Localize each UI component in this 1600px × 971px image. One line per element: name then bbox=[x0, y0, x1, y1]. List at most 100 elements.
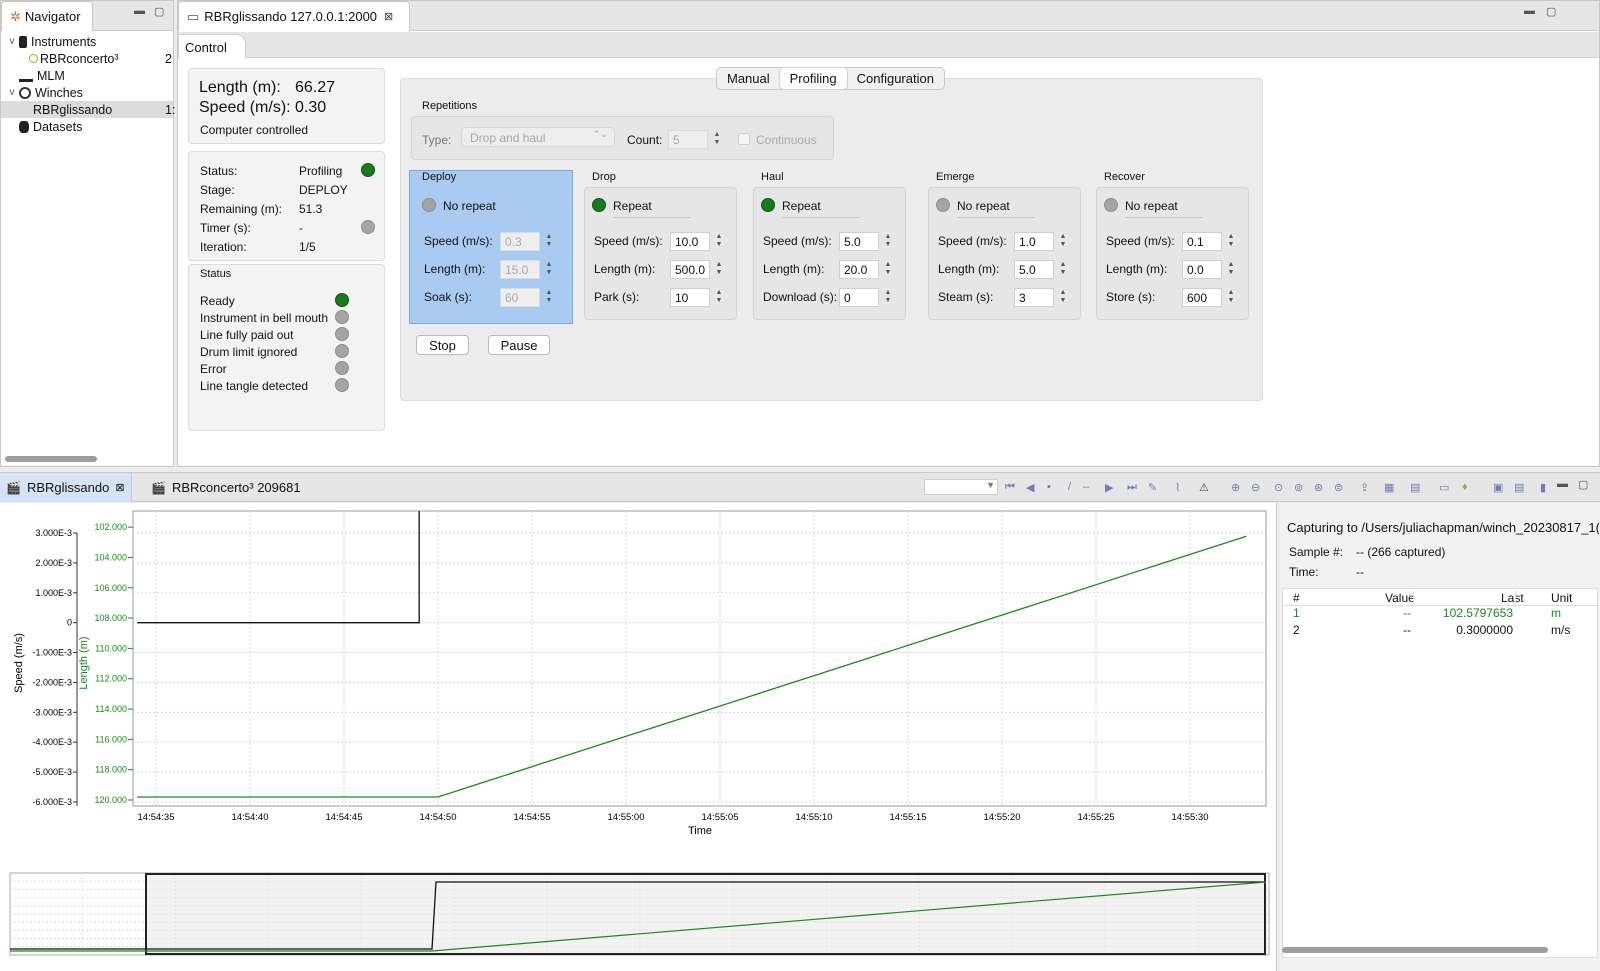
tree-item[interactable]: v Instruments bbox=[1, 33, 173, 50]
stage-field-input[interactable]: 0.3 bbox=[500, 231, 540, 251]
stage-field-input[interactable]: 0.0 bbox=[1182, 259, 1222, 279]
marker-icon[interactable]: ✎ bbox=[1148, 481, 1160, 494]
navigator-scrollbar[interactable] bbox=[5, 456, 97, 462]
tree-item[interactable]: RBRglissando 1: bbox=[1, 101, 175, 118]
stage-field-input[interactable]: 600 bbox=[1182, 287, 1222, 307]
dash-icon[interactable]: ‒ bbox=[1083, 481, 1095, 493]
stage-field-stepper[interactable]: 10.0 ▲ ▼ bbox=[670, 231, 724, 251]
stepper-arrows-icon[interactable]: ▲ ▼ bbox=[544, 289, 554, 305]
tree-item[interactable]: RBRconcerto³ 2 bbox=[1, 50, 173, 67]
stage-field-input[interactable]: 3 bbox=[1014, 287, 1054, 307]
close-icon[interactable]: ⊠ bbox=[384, 10, 393, 23]
count-field[interactable]: 5 bbox=[668, 129, 708, 149]
close-icon[interactable]: ⊠ bbox=[115, 481, 124, 494]
tab-navigator[interactable]: ✲ Navigator bbox=[1, 1, 93, 31]
maximize-icon[interactable]: ▢ bbox=[154, 5, 164, 18]
peak-icon[interactable]: ⌇ bbox=[1175, 481, 1187, 494]
zoom-fit-icon[interactable]: ⊛ bbox=[1314, 481, 1326, 494]
tree-expander-icon[interactable]: v bbox=[5, 87, 19, 98]
next-icon[interactable]: ▶ bbox=[1105, 481, 1117, 494]
stage-field-stepper[interactable]: 600 ▲ ▼ bbox=[1182, 287, 1236, 307]
type-select[interactable]: Drop and haul ⌃⌄ bbox=[461, 127, 615, 147]
stage-field-input[interactable]: 0.1 bbox=[1182, 231, 1222, 251]
stepper-arrows-icon[interactable]: ▲ ▼ bbox=[544, 261, 554, 277]
last-icon[interactable]: ⏭ bbox=[1127, 481, 1139, 493]
stepper-arrows-icon[interactable]: ▲ ▼ bbox=[714, 233, 724, 249]
continuous-checkbox[interactable] bbox=[738, 133, 750, 145]
count-stepper[interactable]: 5 ▲ ▼ bbox=[668, 129, 722, 149]
stepper-arrows-icon[interactable]: ▲ ▼ bbox=[883, 261, 893, 277]
warning-icon[interactable]: ⚠ bbox=[1199, 481, 1211, 494]
stepper-arrows-icon[interactable]: ▲ ▼ bbox=[1226, 233, 1236, 249]
stage-field-input[interactable]: 500.0 bbox=[670, 259, 710, 279]
zoom-sel-icon[interactable]: ▪ bbox=[1047, 481, 1059, 493]
window-icon[interactable]: ▭ bbox=[1439, 481, 1451, 494]
stage-field-input[interactable]: 0 bbox=[839, 287, 879, 307]
stepper-arrows-icon[interactable]: ▲ ▼ bbox=[714, 289, 724, 305]
tab-configuration[interactable]: Configuration bbox=[847, 68, 944, 89]
repeat-toggle[interactable] bbox=[422, 198, 436, 212]
export-icon[interactable]: ⇪ bbox=[1360, 481, 1372, 494]
col-unit[interactable]: Unit bbox=[1551, 591, 1572, 605]
stepper-arrows-icon[interactable]: ▲ ▼ bbox=[1226, 289, 1236, 305]
zoom-x-icon[interactable]: ⊙ bbox=[1274, 481, 1286, 494]
stage-field-stepper[interactable]: 3 ▲ ▼ bbox=[1014, 287, 1068, 307]
stage-field-stepper[interactable]: 0 ▲ ▼ bbox=[839, 287, 893, 307]
stepper-arrows-icon[interactable]: ▲ ▼ bbox=[1058, 233, 1068, 249]
repeat-toggle[interactable] bbox=[1104, 198, 1118, 212]
maximize-icon[interactable]: ▢ bbox=[1578, 478, 1588, 491]
pin-icon[interactable]: ♦ bbox=[1462, 481, 1474, 493]
stage-field-stepper[interactable]: 0.3 ▲ ▼ bbox=[500, 231, 554, 251]
stage-field-input[interactable]: 15.0 bbox=[500, 259, 540, 279]
capture-scrollbar[interactable] bbox=[1282, 947, 1548, 953]
stage-field-input[interactable]: 20.0 bbox=[839, 259, 879, 279]
chart-type-icon[interactable]: ▦ bbox=[1384, 481, 1396, 494]
stepper-arrows-icon[interactable]: ▲ ▼ bbox=[1058, 261, 1068, 277]
stop-button[interactable]: Stop bbox=[416, 335, 469, 355]
pause-icon[interactable]: ▮ bbox=[1540, 481, 1552, 494]
stepper-arrows-icon[interactable]: ▲ ▼ bbox=[544, 233, 554, 249]
col-number[interactable]: # bbox=[1293, 591, 1300, 605]
overview-chart[interactable] bbox=[0, 869, 1277, 969]
tab-control[interactable]: Control bbox=[178, 34, 246, 58]
save-icon[interactable]: ▤ bbox=[1514, 481, 1526, 494]
stage-field-stepper[interactable]: 0.1 ▲ ▼ bbox=[1182, 231, 1236, 251]
repeat-toggle[interactable] bbox=[761, 198, 775, 212]
stepper-arrows-icon[interactable]: ▲ ▼ bbox=[712, 131, 722, 147]
zoom-in-icon[interactable]: ⊕ bbox=[1231, 481, 1243, 494]
minimize-icon[interactable]: ▬ bbox=[1557, 478, 1568, 490]
stage-field-input[interactable]: 10.0 bbox=[670, 231, 710, 251]
stage-field-stepper[interactable]: 1.0 ▲ ▼ bbox=[1014, 231, 1068, 251]
tree-expander-icon[interactable]: v bbox=[5, 36, 19, 47]
pause-button[interactable]: Pause bbox=[488, 335, 550, 355]
stepper-arrows-icon[interactable]: ▲ ▼ bbox=[714, 261, 724, 277]
repeat-toggle[interactable] bbox=[936, 198, 950, 212]
stage-field-stepper[interactable]: 0.0 ▲ ▼ bbox=[1182, 259, 1236, 279]
stage-field-input[interactable]: 10 bbox=[670, 287, 710, 307]
stage-field-stepper[interactable]: 10 ▲ ▼ bbox=[670, 287, 724, 307]
col-value[interactable]: Value bbox=[1385, 591, 1415, 605]
zoom-y-icon[interactable]: ⊚ bbox=[1294, 481, 1306, 494]
col-last[interactable]: Last bbox=[1501, 591, 1524, 605]
stage-field-input[interactable]: 60 bbox=[500, 287, 540, 307]
tab-profiling[interactable]: Profiling bbox=[779, 68, 847, 89]
stage-field-stepper[interactable]: 5.0 ▲ ▼ bbox=[1014, 259, 1068, 279]
maximize-icon[interactable]: ▢ bbox=[1546, 5, 1556, 18]
pan-icon[interactable]: ⊜ bbox=[1334, 481, 1346, 494]
line-icon[interactable]: / bbox=[1068, 481, 1080, 493]
tree-item[interactable]: MLM bbox=[1, 67, 173, 84]
first-icon[interactable]: ⏮ bbox=[1005, 481, 1017, 493]
zoom-out-icon[interactable]: ⊖ bbox=[1251, 481, 1263, 494]
stepper-arrows-icon[interactable]: ▲ ▼ bbox=[883, 233, 893, 249]
stage-field-stepper[interactable]: 20.0 ▲ ▼ bbox=[839, 259, 893, 279]
stage-field-stepper[interactable]: 500.0 ▲ ▼ bbox=[670, 259, 724, 279]
minimize-icon[interactable]: ▬ bbox=[134, 5, 145, 17]
repeat-toggle[interactable] bbox=[592, 198, 606, 212]
stepper-arrows-icon[interactable]: ▲ ▼ bbox=[1226, 261, 1236, 277]
view-list-icon[interactable]: ▣ bbox=[1493, 481, 1505, 494]
stage-field-input[interactable]: 5.0 bbox=[839, 231, 879, 251]
tree-item[interactable]: v Winches bbox=[1, 84, 173, 101]
main-chart[interactable]: 14:54:35 14:54:40 14:54:45 14:54:50 14:54:55… bbox=[0, 503, 1277, 863]
stage-field-input[interactable]: 5.0 bbox=[1014, 259, 1054, 279]
stepper-arrows-icon[interactable]: ▲ ▼ bbox=[1058, 289, 1068, 305]
